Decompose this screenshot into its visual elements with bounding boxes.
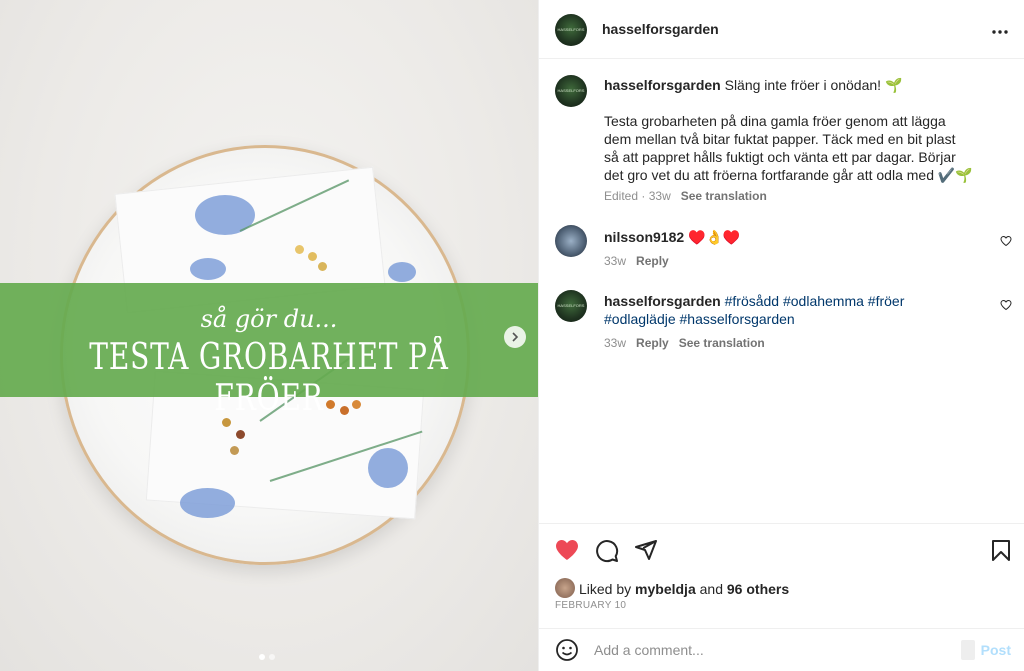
edited-label: Edited bbox=[604, 189, 639, 203]
comment-bar: Post bbox=[539, 628, 1024, 671]
see-translation-link[interactable]: See translation bbox=[681, 189, 767, 203]
avatar-logo-text: HASSELFORS bbox=[557, 88, 585, 93]
seed bbox=[222, 418, 231, 427]
liker-username[interactable]: mybeldja bbox=[635, 581, 696, 597]
banner-title: TESTA GROBARHET PÅ FRÖER bbox=[89, 337, 449, 419]
send-icon[interactable] bbox=[634, 538, 658, 562]
comment-username[interactable]: hasselforsgarden bbox=[604, 293, 721, 309]
caption-text: hasselforsgarden Släng inte fröer i onöd… bbox=[604, 76, 974, 94]
commenter-avatar[interactable]: HASSELFORS bbox=[555, 290, 587, 322]
header-username[interactable]: hasselforsgarden bbox=[602, 21, 719, 37]
comment-text: nilsson9182 ♥️👌♥️ bbox=[604, 228, 964, 246]
flower-pattern bbox=[180, 488, 235, 518]
likes-others-link[interactable]: 96 others bbox=[727, 581, 789, 597]
seed bbox=[236, 430, 245, 439]
banner-subtitle: så gör du... bbox=[200, 305, 338, 333]
caption-body: Testa grobarheten på dina gamla fröer ge… bbox=[604, 113, 973, 183]
caption-avatar[interactable]: HASSELFORS bbox=[555, 75, 587, 107]
comment-meta: 33w Reply bbox=[604, 254, 669, 268]
liker-avatar[interactable] bbox=[555, 578, 575, 598]
sprouting-seed bbox=[295, 245, 304, 254]
post-media[interactable]: så gör du... TESTA GROBARHET PÅ FRÖER bbox=[0, 0, 538, 671]
comment-time[interactable]: 33w bbox=[604, 336, 626, 350]
sprouting-seed bbox=[308, 252, 317, 261]
heart-filled-icon[interactable] bbox=[555, 539, 579, 561]
see-translation-link[interactable]: See translation bbox=[679, 336, 765, 350]
bookmark-icon[interactable] bbox=[991, 539, 1011, 561]
comment-time[interactable]: 33w bbox=[604, 254, 626, 268]
comment-username[interactable]: nilsson9182 bbox=[604, 229, 684, 245]
likes-and: and bbox=[699, 581, 723, 597]
input-scroll-handle[interactable] bbox=[961, 640, 975, 660]
reply-button[interactable]: Reply bbox=[636, 254, 669, 268]
post-date[interactable]: FEBRUARY 10 bbox=[555, 600, 626, 611]
carousel-indicator bbox=[259, 654, 275, 660]
comment-body: ♥️👌♥️ bbox=[688, 229, 741, 245]
likes-summary: Liked by mybeldja and 96 others bbox=[579, 581, 789, 597]
avatar-logo-text: HASSELFORS bbox=[557, 303, 585, 308]
emoji-icon[interactable] bbox=[555, 638, 579, 662]
caption-time[interactable]: 33w bbox=[649, 189, 671, 203]
comment-icon[interactable] bbox=[595, 539, 619, 563]
comment-input[interactable] bbox=[594, 639, 954, 661]
comment-text: hasselforsgarden #frösådd #odlahemma #fr… bbox=[604, 292, 974, 328]
flower-pattern bbox=[368, 448, 408, 488]
post-header: HASSELFORS hasselforsgarden bbox=[539, 0, 1024, 59]
like-comment-heart-icon[interactable] bbox=[1000, 235, 1012, 247]
reply-button[interactable]: Reply bbox=[636, 336, 669, 350]
commenter-avatar[interactable] bbox=[555, 225, 587, 257]
like-comment-heart-icon[interactable] bbox=[1000, 299, 1012, 311]
sprouting-seed bbox=[318, 262, 327, 271]
flower-pattern bbox=[190, 258, 226, 280]
more-options-button[interactable] bbox=[992, 18, 1008, 39]
likes-prefix: Liked by bbox=[579, 581, 632, 597]
flower-pattern bbox=[388, 262, 416, 282]
title-banner: så gör du... TESTA GROBARHET PÅ FRÖER bbox=[0, 283, 538, 419]
carousel-dot bbox=[269, 654, 275, 660]
caption-username[interactable]: hasselforsgarden bbox=[604, 77, 721, 93]
post-sidebar: HASSELFORS hasselforsgarden HASSELFORS h… bbox=[538, 0, 1024, 671]
avatar-logo-text: HASSELFORS bbox=[557, 27, 585, 32]
chevron-right-icon bbox=[512, 332, 519, 342]
post-actions: Liked by mybeldja and 96 others FEBRUARY… bbox=[539, 523, 1024, 619]
seed bbox=[230, 446, 239, 455]
more-horizontal-icon bbox=[992, 30, 1008, 34]
post-comment-button[interactable]: Post bbox=[981, 642, 1011, 658]
avatar[interactable]: HASSELFORS bbox=[555, 14, 587, 46]
caption-first-line: Släng inte fröer i onödan! 🌱 bbox=[724, 77, 903, 93]
comment-meta: 33w Reply See translation bbox=[604, 336, 765, 350]
carousel-dot-active bbox=[259, 654, 265, 660]
caption-meta: Edited · 33w See translation bbox=[604, 189, 767, 203]
carousel-next-button[interactable] bbox=[504, 326, 526, 348]
